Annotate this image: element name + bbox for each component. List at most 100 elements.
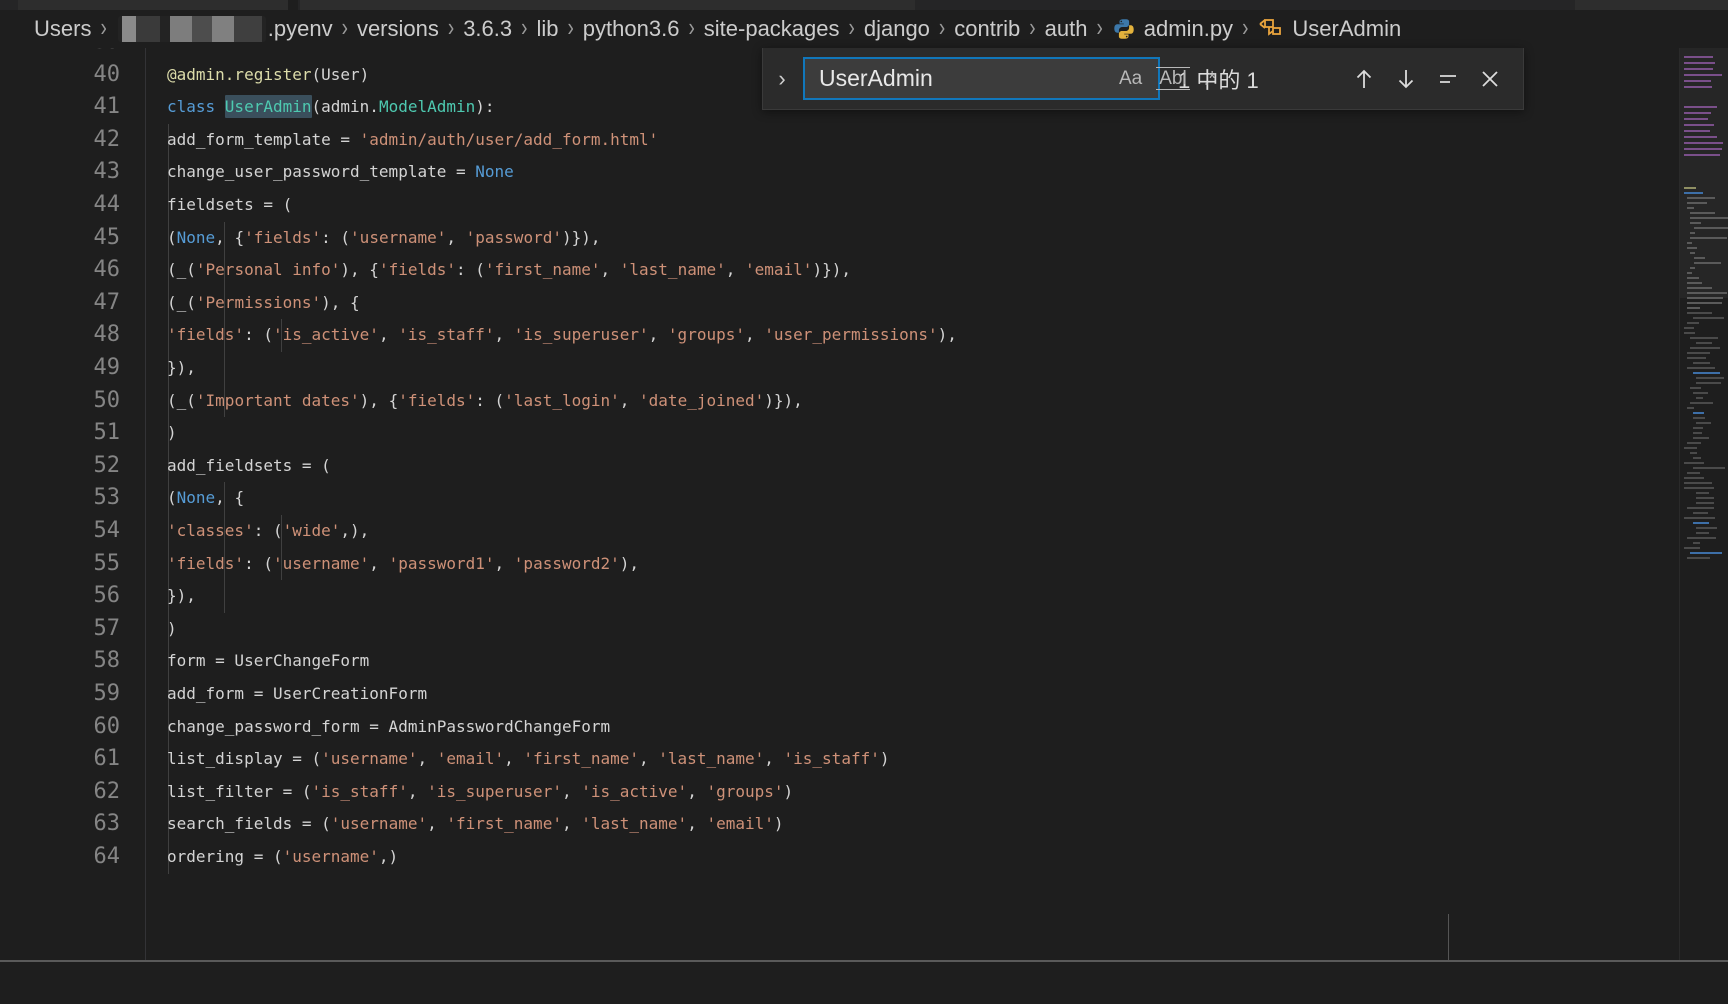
breadcrumb-item-auth[interactable]: auth — [1045, 16, 1088, 42]
code-line[interactable]: 63 search_fields = ('username', 'first_n… — [0, 808, 1728, 841]
minimap-line — [1693, 437, 1709, 439]
find-in-selection-icon[interactable] — [1427, 58, 1469, 100]
minimap-line — [1687, 507, 1714, 509]
code-token: 'username' — [350, 228, 446, 247]
code-line[interactable]: 59 add_form = UserCreationForm — [0, 678, 1728, 711]
minimap-line — [1693, 522, 1709, 524]
toggle-replace-chevron-icon[interactable]: › — [763, 48, 801, 110]
close-find-icon[interactable] — [1469, 58, 1511, 100]
minimap-line — [1690, 222, 1701, 224]
code-line[interactable]: 54 'classes': ('wide',), — [0, 515, 1728, 548]
code-line[interactable]: 45 (None, {'fields': ('username', 'passw… — [0, 222, 1728, 255]
breadcrumb-item-site-packages[interactable]: site-packages — [704, 16, 840, 42]
find-input-wrapper[interactable]: Aa Abl .* — [803, 57, 1160, 100]
breadcrumb-item-pyenv[interactable]: .pyenv — [268, 16, 333, 42]
code-line[interactable]: 48 'fields': ('is_active', 'is_staff', '… — [0, 319, 1728, 352]
find-next-icon[interactable] — [1385, 58, 1427, 100]
code-token: ordering = ( — [167, 847, 283, 866]
code-line[interactable]: 52 add_fieldsets = ( — [0, 450, 1728, 483]
code-token: 'is_active' — [273, 325, 379, 344]
code-line[interactable]: 62 list_filter = ('is_staff', 'is_superu… — [0, 776, 1728, 809]
editor-tab-inactive-1[interactable] — [18, 0, 288, 10]
code-token: add_form = UserCreationForm — [167, 684, 427, 703]
breadcrumb-item-redacted[interactable] — [118, 16, 266, 42]
minimap-line — [1687, 287, 1712, 289]
code-token: 'last_name' — [581, 814, 687, 833]
code-line[interactable]: 61 list_display = ('username', 'email', … — [0, 743, 1728, 776]
find-widget[interactable]: › Aa Abl .* 1 中的 1 — [762, 48, 1524, 110]
code-line[interactable]: 64 ordering = ('username',) — [0, 841, 1728, 874]
code-line[interactable]: 49 }), — [0, 352, 1728, 385]
match-case-icon[interactable]: Aa — [1115, 67, 1146, 90]
line-text — [145, 48, 167, 59]
code-line[interactable]: 58 form = UserChangeForm — [0, 645, 1728, 678]
code-line[interactable]: 50 (_('Important dates'), {'fields': ('l… — [0, 385, 1728, 418]
line-number: 62 — [0, 776, 120, 809]
minimap-line — [1693, 427, 1703, 429]
line-number: 48 — [0, 319, 120, 352]
minimap-line — [1690, 232, 1695, 234]
whole-word-icon[interactable]: Abl — [1156, 67, 1189, 90]
find-previous-icon[interactable] — [1343, 58, 1385, 100]
minimap-line — [1690, 452, 1697, 454]
python-file-icon — [1112, 17, 1136, 41]
minimap-line — [1690, 337, 1718, 339]
breadcrumb-separator: › — [688, 14, 694, 44]
code-token: , — [495, 554, 514, 573]
code-editor[interactable]: 39 40 @admin.register(User) 41 class UserAdm… — [0, 48, 1728, 960]
breadcrumb-item-contrib[interactable]: contrib — [954, 16, 1020, 42]
line-text: fieldsets = ( — [145, 189, 292, 222]
line-number: 54 — [0, 515, 120, 548]
code-line[interactable]: 55 'fields': ('username', 'password1', '… — [0, 548, 1728, 581]
code-token: (_( — [167, 293, 196, 312]
code-line[interactable]: 47 (_('Permissions'), { — [0, 287, 1728, 320]
minimap-line — [1687, 472, 1700, 474]
code-token: UserAdmin — [225, 95, 312, 118]
line-number: 39 — [0, 48, 120, 59]
breadcrumb-item-filename[interactable]: admin.py — [1144, 16, 1233, 42]
minimap-line — [1696, 497, 1714, 499]
minimap-line — [1696, 422, 1711, 424]
minimap[interactable] — [1680, 48, 1728, 960]
find-input[interactable] — [805, 59, 1115, 98]
code-line[interactable]: 57 ) — [0, 613, 1728, 646]
code-token: (_( — [167, 260, 196, 279]
code-token: ,), — [340, 521, 369, 540]
breadcrumb-item-symbol[interactable]: UserAdmin — [1292, 16, 1401, 42]
minimap-line — [1693, 432, 1702, 434]
minimap-line — [1690, 217, 1728, 219]
code-token: 'username' — [321, 749, 417, 768]
editor-tab-active[interactable] — [300, 0, 915, 10]
breadcrumb-item-versions[interactable]: versions — [357, 16, 439, 42]
code-token: 'fields' — [244, 228, 321, 247]
code-line[interactable]: 56 }), — [0, 580, 1728, 613]
code-token: change_user_password_template = — [167, 162, 475, 181]
minimap-line — [1693, 417, 1705, 419]
minimap-line — [1694, 227, 1728, 229]
code-line[interactable]: 46 (_('Personal info'), {'fields': ('fir… — [0, 254, 1728, 287]
use-regex-icon[interactable]: .* — [1200, 67, 1219, 91]
code-line[interactable]: 42 add_form_template = 'admin/auth/user/… — [0, 124, 1728, 157]
breadcrumb-item-users[interactable]: Users — [34, 16, 91, 42]
code-token: ), { — [340, 260, 379, 279]
breadcrumb-item-django[interactable]: django — [864, 16, 930, 42]
breadcrumb-item-python36[interactable]: python3.6 — [583, 16, 680, 42]
code-token: (_( — [167, 391, 196, 410]
code-token: : ( — [244, 554, 273, 573]
code-token: change_password_form = AdminPasswordChan… — [167, 717, 610, 736]
minimap-line — [1690, 402, 1713, 404]
code-line[interactable]: 60 change_password_form = AdminPasswordC… — [0, 711, 1728, 744]
minimap-line — [1684, 130, 1710, 132]
editor-tab-inactive-2[interactable] — [1575, 0, 1728, 10]
breadcrumb: Users › .pyenv › versions › 3.6.3 › lib … — [0, 10, 1728, 48]
minimap-line — [1684, 547, 1700, 549]
code-line[interactable]: 44 fieldsets = ( — [0, 189, 1728, 222]
code-line[interactable]: 53 (None, { — [0, 482, 1728, 515]
breadcrumb-item-363[interactable]: 3.6.3 — [463, 16, 512, 42]
code-line[interactable]: 51 ) — [0, 417, 1728, 450]
breadcrumb-item-lib[interactable]: lib — [536, 16, 558, 42]
code-line[interactable]: 43 change_user_password_template = None — [0, 156, 1728, 189]
minimap-line — [1696, 492, 1709, 494]
code-token: 'is_staff' — [312, 782, 408, 801]
code-token: }), — [167, 586, 196, 605]
